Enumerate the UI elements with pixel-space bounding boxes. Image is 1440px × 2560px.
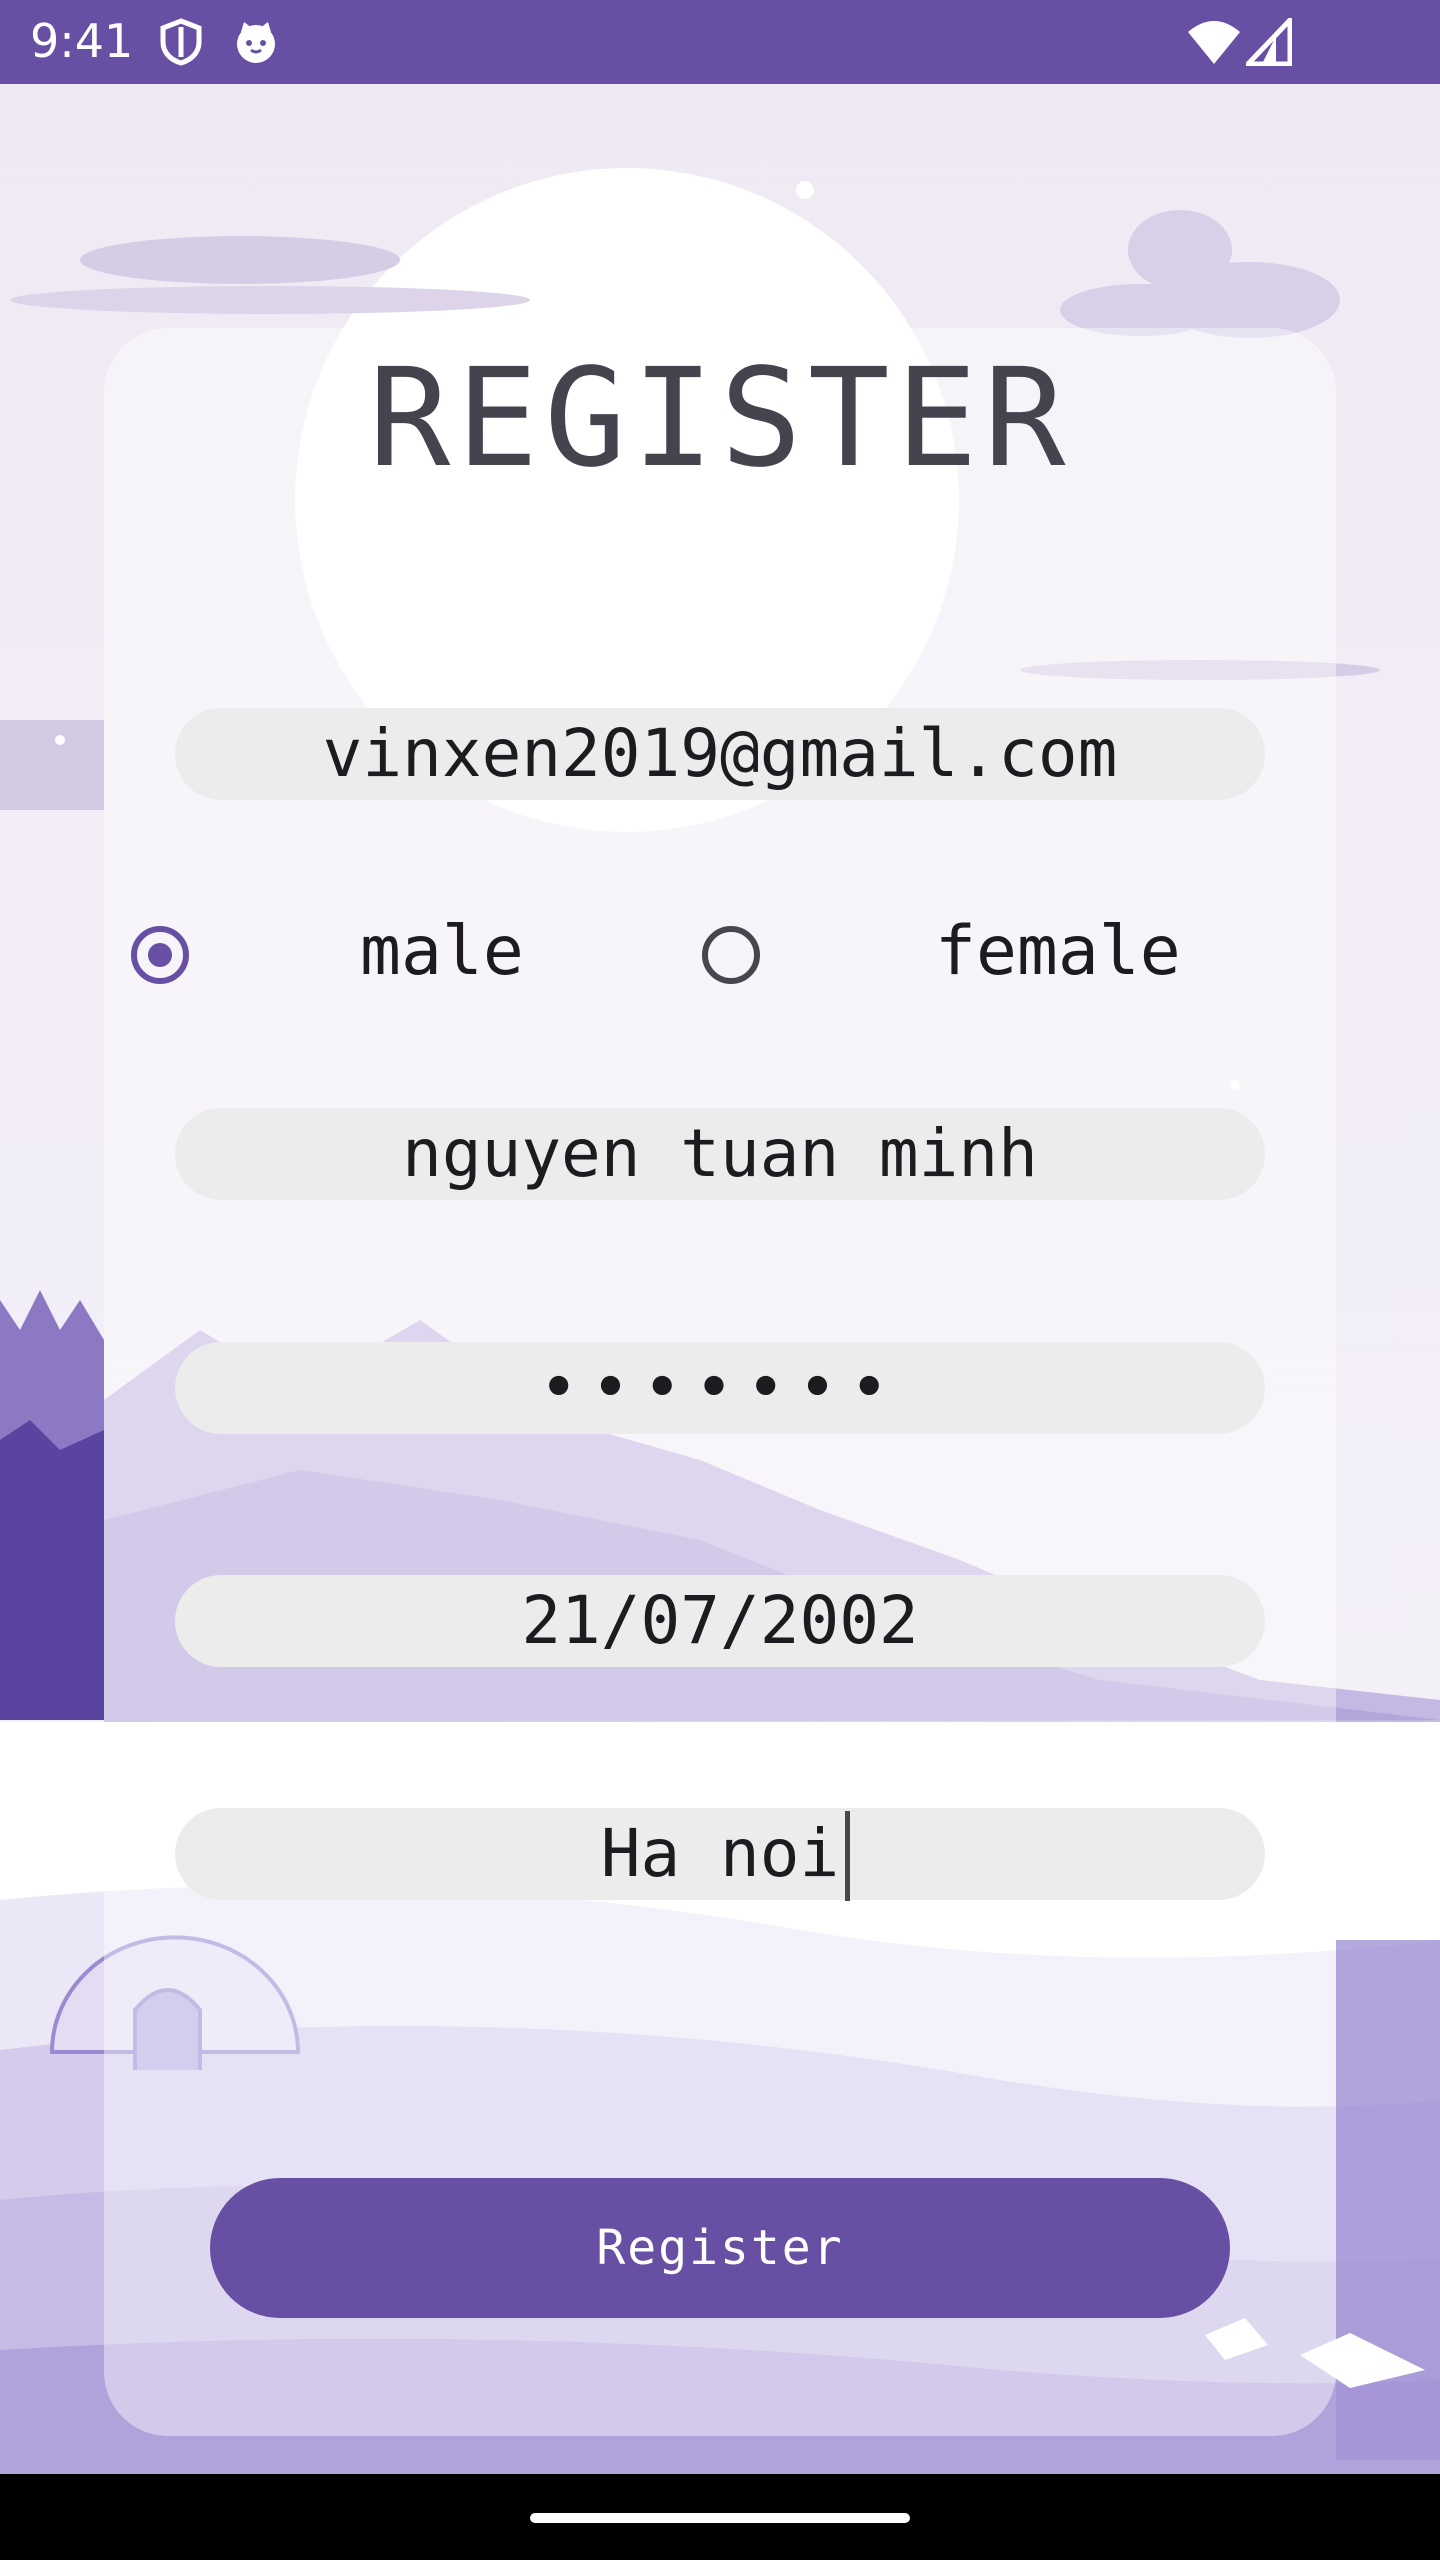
status-time: 9:41 (30, 14, 134, 68)
cat-icon (232, 18, 280, 70)
name-field[interactable]: nguyen tuan minh (175, 1108, 1265, 1200)
register-button[interactable]: Register (210, 2178, 1230, 2318)
dob-field[interactable]: 21/07/2002 (175, 1575, 1265, 1667)
radio-female-label[interactable]: female (935, 912, 1181, 991)
radio-male[interactable] (131, 926, 189, 984)
status-bar: 9:41 (0, 0, 1440, 84)
text-cursor (845, 1811, 850, 1901)
radio-male-label[interactable]: male (360, 912, 524, 991)
radio-female[interactable] (702, 926, 760, 984)
password-field[interactable]: ••••••• (175, 1342, 1265, 1434)
home-gesture-handle[interactable] (530, 2513, 910, 2523)
page-title: REGISTER (368, 340, 1072, 498)
email-field[interactable]: vinxen2019@gmail.com (175, 708, 1265, 800)
wifi-icon (1186, 18, 1242, 70)
signal-icon (1242, 13, 1293, 70)
shield-icon (158, 18, 204, 70)
address-field[interactable]: Ha noi (175, 1808, 1265, 1900)
